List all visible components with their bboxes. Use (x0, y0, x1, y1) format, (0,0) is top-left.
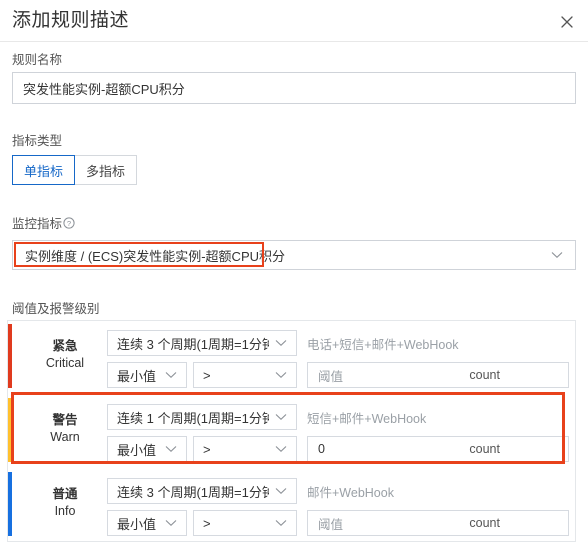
period-select-warn[interactable]: 连续 1 个周期(1周期=1分钟) (107, 404, 297, 430)
operator-select-info[interactable]: > (193, 510, 297, 536)
tab-multi-metric-label: 多指标 (86, 163, 126, 179)
chevron-down-icon (551, 251, 563, 259)
tab-single-metric-label: 单指标 (24, 163, 64, 179)
tab-multi-metric[interactable]: 多指标 (75, 155, 138, 185)
rule-name-value: 突发性能实例-超额CPU积分 (23, 81, 185, 97)
chevron-down-icon (275, 371, 287, 379)
operator-value: > (203, 367, 211, 383)
threshold-unit: count (469, 368, 500, 382)
threshold-value: 阈值 (318, 517, 344, 532)
period-select-info[interactable]: 连续 3 个周期(1周期=1分钟) (107, 478, 297, 504)
level-name-cn: 紧急 (52, 339, 78, 353)
table-row: 紧急 Critical 连续 3 个周期(1周期=1分钟) 电话+短信+邮件+W… (8, 321, 577, 391)
page-title: 添加规则描述 (12, 10, 130, 31)
rule-name-label: 规则名称 (12, 53, 63, 67)
level-color-bar-warn (8, 398, 12, 462)
threshold-levels-table: 紧急 Critical 连续 3 个周期(1周期=1分钟) 电话+短信+邮件+W… (7, 320, 576, 542)
threshold-input-info[interactable]: 阈值 count (307, 510, 569, 536)
notify-channels-warn: 短信+邮件+WebHook (307, 411, 427, 426)
table-row: 警告 Warn 连续 1 个周期(1周期=1分钟) 短信+邮件+WebHook … (8, 395, 577, 465)
tab-single-metric[interactable]: 单指标 (12, 155, 76, 185)
notify-channels-critical: 电话+短信+邮件+WebHook (307, 337, 459, 352)
level-name-en: Warn (50, 430, 80, 444)
chevron-down-icon (165, 371, 177, 379)
chevron-down-icon (275, 519, 287, 527)
dialog-header: 添加规则描述 (0, 0, 588, 42)
level-color-bar-critical (8, 324, 12, 388)
level-name-en: Critical (45, 356, 85, 370)
period-select-critical[interactable]: 连续 3 个周期(1周期=1分钟) (107, 330, 297, 356)
monitor-metric-select[interactable]: 实例维度 / (ECS)突发性能实例-超额CPU积分 (12, 240, 576, 270)
level-name-cn: 普通 (52, 487, 78, 501)
chevron-down-icon (165, 445, 177, 453)
statistic-select-warn[interactable]: 最小值 (107, 436, 187, 462)
monitor-metric-label-text: 监控指标 (12, 217, 63, 231)
rule-name-input[interactable]: 突发性能实例-超额CPU积分 (12, 72, 576, 104)
threshold-input-critical[interactable]: 阈值 count (307, 362, 569, 388)
period-value: 连续 3 个周期(1周期=1分钟) (117, 484, 269, 500)
svg-text:?: ? (67, 219, 71, 228)
statistic-select-critical[interactable]: 最小值 (107, 362, 187, 388)
notify-channels-info: 邮件+WebHook (307, 485, 394, 500)
threshold-unit: count (469, 442, 500, 456)
level-name-cn: 警告 (52, 413, 78, 427)
operator-value: > (203, 441, 211, 457)
period-value: 连续 3 个周期(1周期=1分钟) (117, 336, 269, 352)
metric-type-label: 指标类型 (12, 134, 63, 148)
threshold-section-label: 阈值及报警级别 (12, 302, 100, 316)
level-name-critical: 紧急 Critical (26, 338, 104, 372)
threshold-value: 阈值 (318, 369, 344, 384)
level-name-en: Info (54, 504, 76, 518)
chevron-down-icon (275, 339, 287, 347)
monitor-metric-label: 监控指标? (12, 216, 75, 233)
level-name-info: 普通 Info (26, 486, 104, 520)
question-circle-icon[interactable]: ? (63, 217, 75, 233)
add-rule-dialog: 添加规则描述 规则名称 突发性能实例-超额CPU积分 指标类型 单指标 多指标 … (0, 0, 588, 560)
level-color-bar-info (8, 472, 12, 536)
chevron-down-icon (275, 445, 287, 453)
operator-value: > (203, 515, 211, 531)
chevron-down-icon (165, 519, 177, 527)
chevron-down-icon (275, 413, 287, 421)
chevron-down-icon (275, 487, 287, 495)
threshold-value: 0 (318, 442, 325, 456)
level-name-warn: 警告 Warn (26, 412, 104, 446)
statistic-value: 最小值 (117, 516, 157, 532)
statistic-value: 最小值 (117, 442, 157, 458)
operator-select-critical[interactable]: > (193, 362, 297, 388)
statistic-select-info[interactable]: 最小值 (107, 510, 187, 536)
monitor-metric-value: 实例维度 / (ECS)突发性能实例-超额CPU积分 (25, 248, 286, 264)
metric-type-tabs: 单指标 多指标 (12, 155, 138, 185)
operator-select-warn[interactable]: > (193, 436, 297, 462)
period-value: 连续 1 个周期(1周期=1分钟) (117, 410, 269, 426)
table-row: 普通 Info 连续 3 个周期(1周期=1分钟) 邮件+WebHook 最小值… (8, 469, 577, 539)
statistic-value: 最小值 (117, 368, 157, 384)
threshold-input-warn[interactable]: 0 count (307, 436, 569, 462)
threshold-unit: count (469, 516, 500, 530)
close-icon[interactable] (557, 12, 577, 32)
